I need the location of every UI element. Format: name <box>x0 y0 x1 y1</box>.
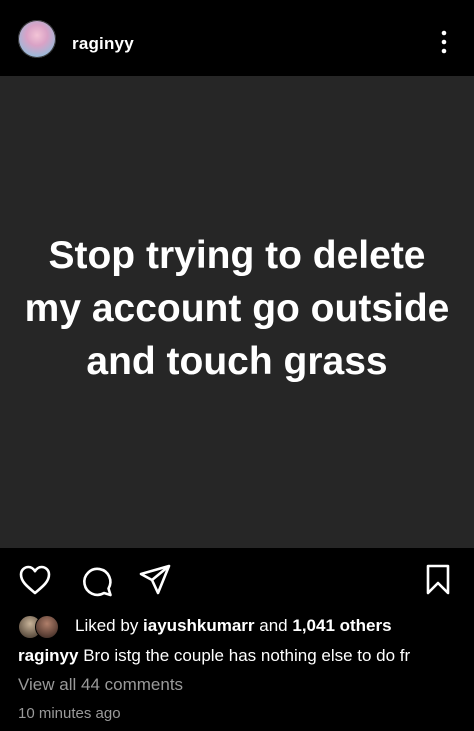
likes-count[interactable]: 1,041 others <box>292 616 391 635</box>
post-header: raginyy <box>0 0 474 76</box>
comment-bubble-icon[interactable] <box>80 564 114 598</box>
liker-avatar <box>35 615 59 639</box>
heart-icon[interactable] <box>18 564 52 596</box>
post-image[interactable]: Stop trying to delete my account go outs… <box>0 76 474 548</box>
header-username[interactable]: raginyy <box>72 34 134 54</box>
action-bar <box>0 548 474 610</box>
likes-row[interactable]: Liked by iayushkumarr and 1,041 others <box>18 614 468 639</box>
bookmark-icon[interactable] <box>424 563 452 597</box>
caption-text: Bro istg the couple has nothing else to … <box>78 646 411 665</box>
profile-avatar[interactable] <box>18 20 56 58</box>
paper-plane-icon[interactable] <box>138 563 172 597</box>
view-all-comments-link[interactable]: View all 44 comments <box>18 675 183 695</box>
post-caption: raginyy Bro istg the couple has nothing … <box>18 646 468 666</box>
liker-avatars <box>18 615 68 639</box>
caption-username[interactable]: raginyy <box>18 646 78 665</box>
post-text: Stop trying to delete my account go outs… <box>24 233 450 383</box>
likes-prefix: Liked by <box>75 616 144 635</box>
vertical-ellipsis-icon[interactable] <box>432 28 456 56</box>
liker-username[interactable]: iayushkumarr <box>143 616 255 635</box>
post-timestamp: 10 minutes ago <box>18 705 121 722</box>
likes-middle: and <box>254 616 293 635</box>
likes-text: Liked by iayushkumarr and 1,041 others <box>75 616 392 636</box>
